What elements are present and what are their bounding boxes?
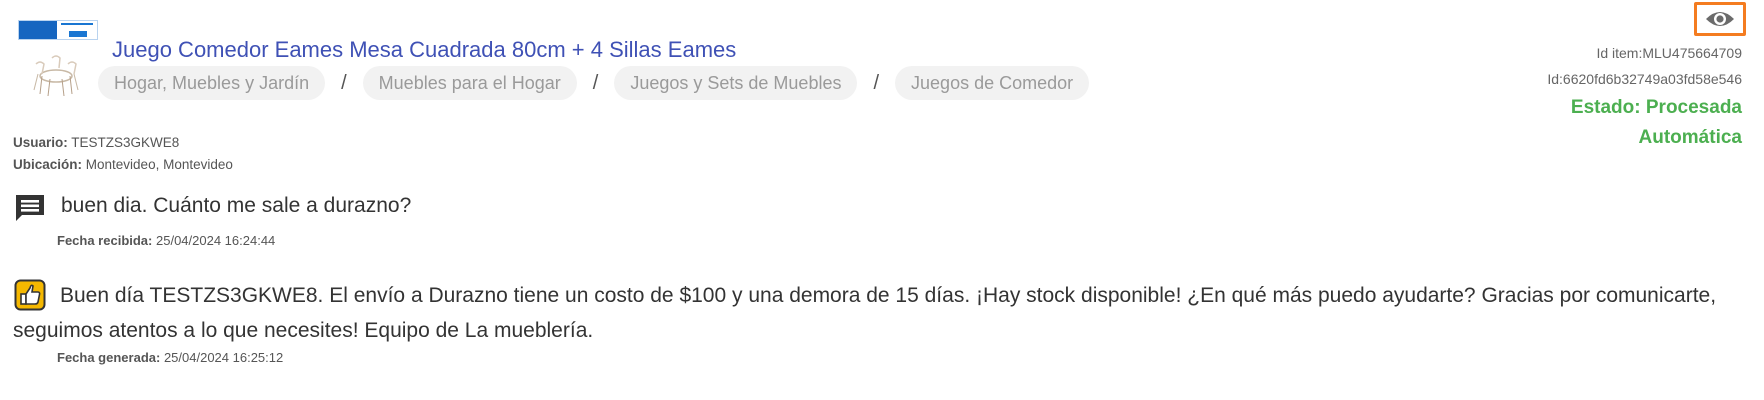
location-info: Ubicación: Montevideo, Montevideo (13, 157, 233, 172)
generated-date-label: Fecha generada: (57, 350, 161, 365)
breadcrumb: Hogar, Muebles y Jardín / Muebles para e… (98, 66, 1090, 100)
location-value: Montevideo, Montevideo (85, 157, 233, 172)
status-label-continued: Automática (1638, 127, 1742, 148)
thumbs-up-icon (14, 279, 46, 311)
breadcrumb-item-muebles[interactable]: Muebles para el Hogar (362, 66, 577, 100)
received-date: Fecha recibida: 25/04/2024 16:24:44 (57, 233, 275, 248)
record-id: Id:6620fd6b32749a03fd58e546 (1547, 71, 1742, 87)
breadcrumb-separator: / (873, 72, 880, 94)
generated-date-value: 25/04/2024 16:25:12 (163, 350, 284, 365)
product-thumbnail (33, 55, 79, 97)
breadcrumb-item-juegos-sets[interactable]: Juegos y Sets de Muebles (614, 66, 858, 100)
user-info: Usuario: TESTZS3GKWE8 (13, 135, 179, 150)
breadcrumb-item-juegos-comedor[interactable]: Juegos de Comedor (895, 66, 1090, 100)
generated-date: Fecha generada: 25/04/2024 16:25:12 (57, 350, 283, 365)
status-label: Estado: Procesada (1570, 97, 1742, 118)
product-title[interactable]: Juego Comedor Eames Mesa Cuadrada 80cm +… (112, 37, 736, 63)
question-card: Juego Comedor Eames Mesa Cuadrada 80cm +… (0, 0, 1764, 400)
user-label: Usuario: (13, 135, 68, 150)
location-label: Ubicación: (13, 157, 83, 172)
view-button[interactable] (1694, 2, 1746, 36)
received-date-value: 25/04/2024 16:24:44 (156, 233, 276, 248)
message-icon (16, 195, 44, 221)
user-value: TESTZS3GKWE8 (71, 135, 180, 150)
brand-banner (18, 20, 98, 40)
question-text: buen dia. Cuánto me sale a durazno? (61, 194, 412, 217)
item-id: Id item:MLU475664709 (1596, 45, 1742, 61)
breadcrumb-item-hogar[interactable]: Hogar, Muebles y Jardín (98, 66, 326, 100)
breadcrumb-separator: / (341, 72, 347, 94)
answer-text: Buen día TESTZS3GKWE8. El envío a Durazn… (13, 284, 1717, 342)
received-date-label: Fecha recibida: (57, 233, 153, 248)
breadcrumb-separator: / (592, 72, 599, 94)
eye-icon (1706, 12, 1734, 26)
